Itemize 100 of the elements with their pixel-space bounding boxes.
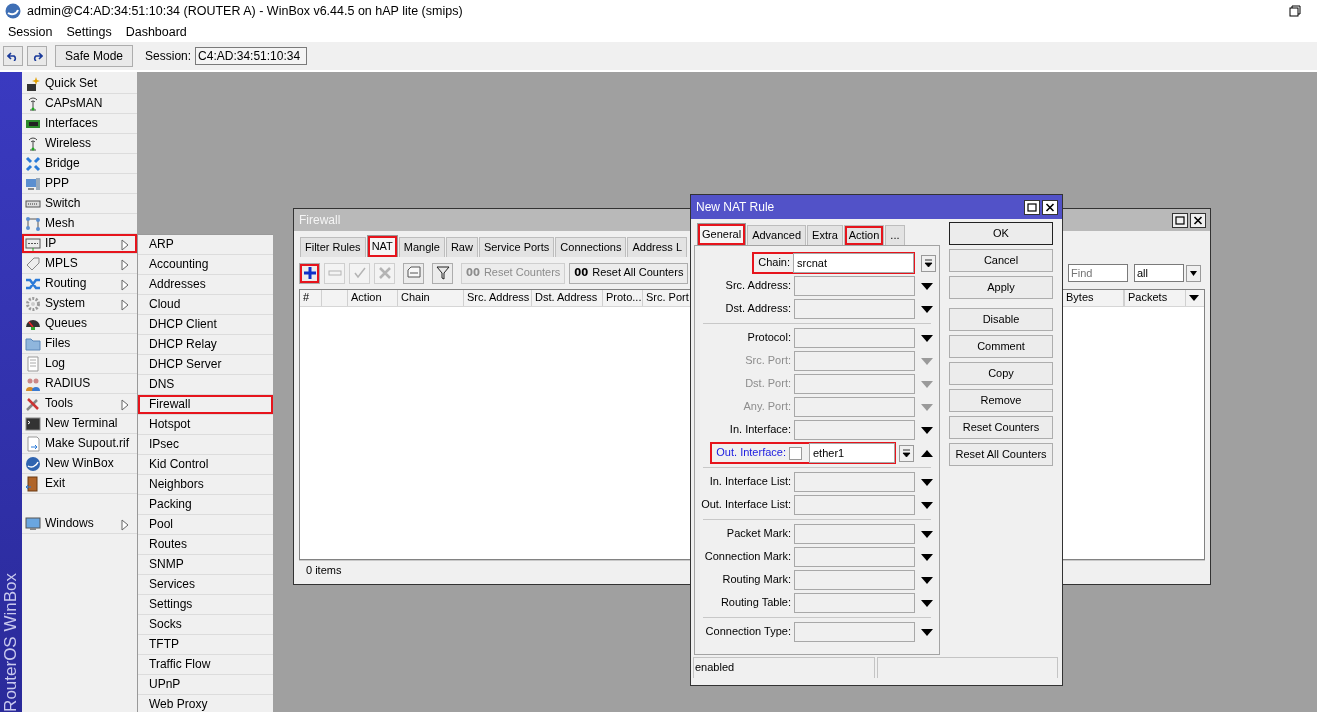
menu-item[interactable]: Session [8,24,53,40]
input-field[interactable] [794,299,915,319]
column-header[interactable]: Action [348,290,398,306]
submenu-item[interactable]: DHCP Client [138,315,273,335]
menu-item[interactable]: Mesh [22,214,137,234]
submenu-item[interactable]: IPsec [138,435,273,455]
dialog-button[interactable]: OK [949,222,1053,245]
column-header[interactable]: Dst. Address [532,290,603,306]
menu-item[interactable]: Routing [22,274,137,294]
menu-item[interactable]: Windows [22,514,137,534]
menu-item[interactable]: PPP [22,174,137,194]
down-arrow-icon[interactable] [921,305,933,313]
menu-item[interactable]: Files [22,334,137,354]
submenu-item[interactable]: Traffic Flow [138,655,273,675]
tab[interactable]: ... [885,225,905,245]
tab[interactable]: Connections [555,237,627,257]
submenu-item[interactable]: Web Proxy [138,695,273,712]
submenu-item[interactable]: ARP [138,235,273,255]
submenu-item[interactable]: DHCP Relay [138,335,273,355]
tab[interactable]: General [697,223,747,245]
tab[interactable]: NAT [366,235,398,257]
tab[interactable]: Advanced [747,225,807,245]
input-field[interactable] [794,420,915,440]
dialog-button[interactable]: Copy [949,362,1053,385]
menu-item[interactable]: New WinBox [22,454,137,474]
dropdown-button[interactable] [1186,264,1201,282]
menu-item[interactable]: Switch [22,194,137,214]
down-arrow-icon[interactable] [921,576,933,584]
undo-button[interactable] [3,46,23,66]
input-field[interactable] [794,547,915,567]
submenu-item[interactable]: Pool [138,515,273,535]
menu-item[interactable]: Queues [22,314,137,334]
input-field[interactable] [794,328,915,348]
column-header[interactable]: Packets [1124,290,1186,306]
column-header[interactable]: Src. Port [643,290,689,306]
session-field[interactable]: C4:AD:34:51:10:34 [195,47,308,65]
maximize-button[interactable] [1024,199,1040,215]
menu-item[interactable]: Make Supout.rif [22,434,137,454]
input-field[interactable] [794,276,915,296]
menu-item[interactable]: System [22,294,137,314]
menu-item[interactable]: IP [22,234,137,254]
submenu-item[interactable]: DNS [138,375,273,395]
submenu-item[interactable]: Addresses [138,275,273,295]
tab[interactable]: Service Ports [478,237,555,257]
menu-item[interactable]: Exit [22,474,137,494]
menu-item[interactable]: Bridge [22,154,137,174]
menu-item[interactable]: Dashboard [125,24,187,40]
submenu-item[interactable]: SNMP [138,555,273,575]
submenu-item[interactable]: Neighbors [138,475,273,495]
dialog-button[interactable]: Reset All Counters [949,443,1053,466]
chain-field[interactable]: srcnat [793,253,914,273]
dialog-button[interactable]: Disable [949,308,1053,331]
checkbox[interactable] [789,446,802,460]
filter-button[interactable] [432,262,453,284]
menu-item[interactable]: Quick Set [22,74,137,94]
dialog-button[interactable]: Remove [949,389,1053,412]
menu-item[interactable]: Interfaces [22,114,137,134]
submenu-item[interactable]: Packing [138,495,273,515]
input-field[interactable] [794,495,915,515]
submenu-item[interactable]: Socks [138,615,273,635]
tab[interactable]: Address L [627,237,687,257]
column-header[interactable]: Chain [398,290,464,306]
column-header[interactable]: Proto... [603,290,643,306]
submenu-item[interactable]: DHCP Server [138,355,273,375]
tab[interactable]: Extra [807,225,843,245]
dropdown-button[interactable] [920,254,936,272]
redo-button[interactable] [27,46,47,66]
input-field[interactable] [794,472,915,492]
add-button[interactable] [299,262,320,284]
dialog-button[interactable]: Apply [949,276,1053,299]
up-arrow-icon[interactable] [921,449,933,457]
tab[interactable]: Raw [445,237,478,257]
submenu-item[interactable]: Kid Control [138,455,273,475]
close-button[interactable] [1042,199,1058,215]
tab[interactable]: Filter Rules [300,237,366,257]
dialog-button[interactable]: Cancel [949,249,1053,272]
tab[interactable]: Action [843,225,885,245]
menu-item[interactable]: Log [22,354,137,374]
submenu-item[interactable]: Routes [138,535,273,555]
tab[interactable]: Mangle [398,237,445,257]
down-arrow-icon[interactable] [921,553,933,561]
submenu-item[interactable]: UPnP [138,675,273,695]
find-field[interactable]: Find [1068,264,1128,282]
restore-icon[interactable] [1289,5,1301,17]
input-field[interactable]: ether1 [809,443,895,463]
input-field[interactable] [794,593,915,613]
safe-mode-button[interactable]: Safe Mode [55,45,134,67]
column-header[interactable]: Src. Address [464,290,532,306]
submenu-item[interactable]: Firewall [138,395,273,415]
down-arrow-icon[interactable] [921,628,933,636]
dialog-button[interactable]: Comment [949,335,1053,358]
input-field[interactable] [794,570,915,590]
dialog-button[interactable]: Reset Counters [949,416,1053,439]
submenu-item[interactable]: TFTP [138,635,273,655]
reset-button[interactable]: 00 Reset All Counters [569,262,689,284]
submenu-item[interactable]: Hotspot [138,415,273,435]
maximize-button[interactable] [1172,212,1188,228]
submenu-item[interactable]: Settings [138,595,273,615]
down-arrow-icon[interactable] [921,599,933,607]
menu-item[interactable]: RADIUS [22,374,137,394]
